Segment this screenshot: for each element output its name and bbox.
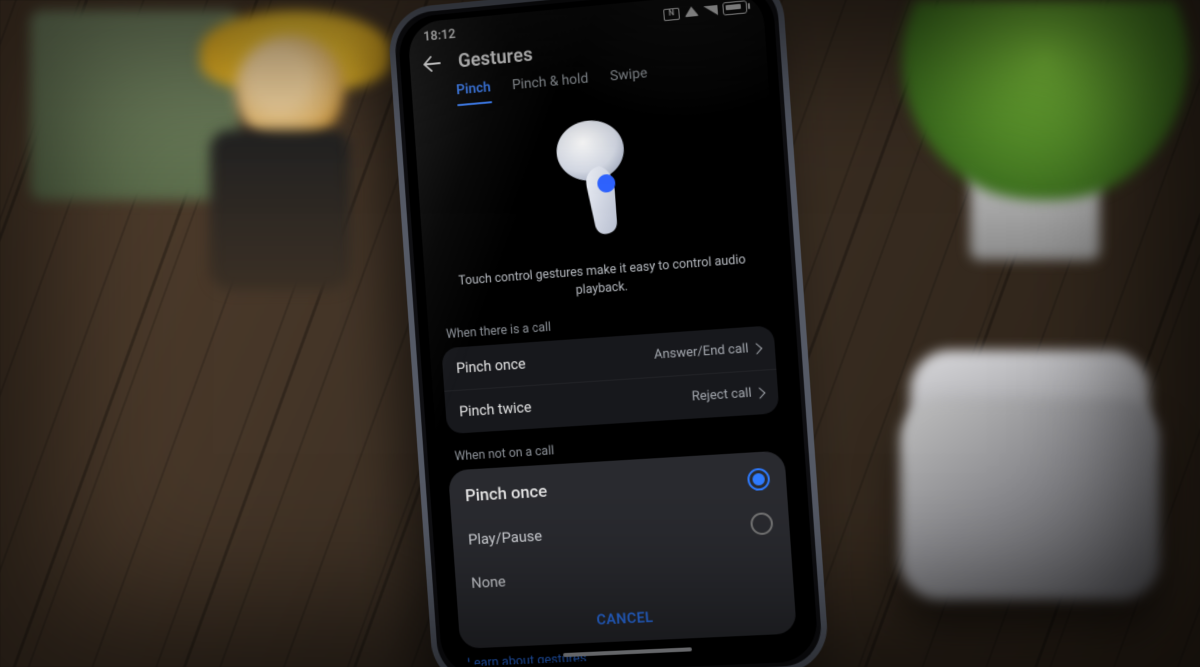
vignette [0,0,1200,667]
photo-scene: 18:12 N Gestures Pinch Pinch & hold Sw [0,0,1200,667]
